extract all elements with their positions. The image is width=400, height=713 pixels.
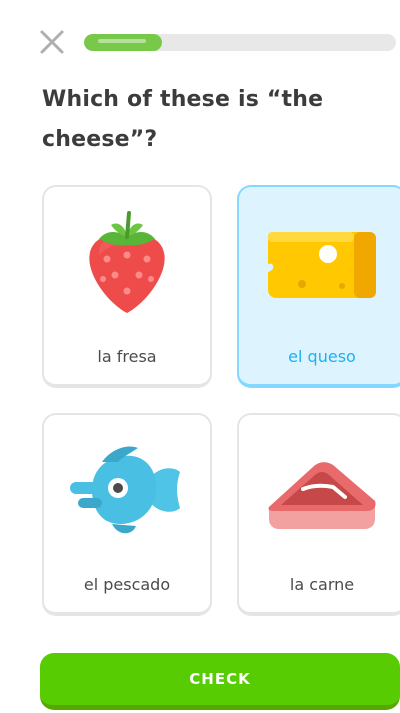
cheese-icon: [268, 232, 376, 298]
check-button-label: CHECK: [189, 670, 251, 688]
lesson-header: [0, 0, 400, 80]
fish-icon: [70, 446, 180, 534]
fish-art: [44, 415, 210, 567]
option-label: la fresa: [97, 347, 157, 366]
check-button[interactable]: CHECK: [40, 653, 400, 710]
option-card-la-fresa[interactable]: la fresa: [42, 185, 212, 388]
meat-art: [239, 415, 400, 575]
strawberry-icon: [89, 211, 165, 313]
strawberry-art: [44, 187, 210, 337]
progress-shine: [98, 39, 147, 43]
cheese-art: [239, 187, 400, 337]
option-card-el-pescado[interactable]: el pescado: [42, 413, 212, 616]
option-card-el-queso[interactable]: el queso: [237, 185, 400, 388]
option-card-la-carne[interactable]: la carne: [237, 413, 400, 616]
close-button[interactable]: [36, 26, 70, 60]
option-label: el pescado: [83, 575, 171, 594]
option-label: la carne: [289, 575, 355, 594]
meat-icon: [268, 462, 376, 529]
question-title: Which of these is “the cheese”?: [42, 87, 324, 152]
option-label: el queso: [288, 347, 356, 366]
close-icon: [40, 30, 64, 54]
progress-bar: [84, 34, 396, 51]
